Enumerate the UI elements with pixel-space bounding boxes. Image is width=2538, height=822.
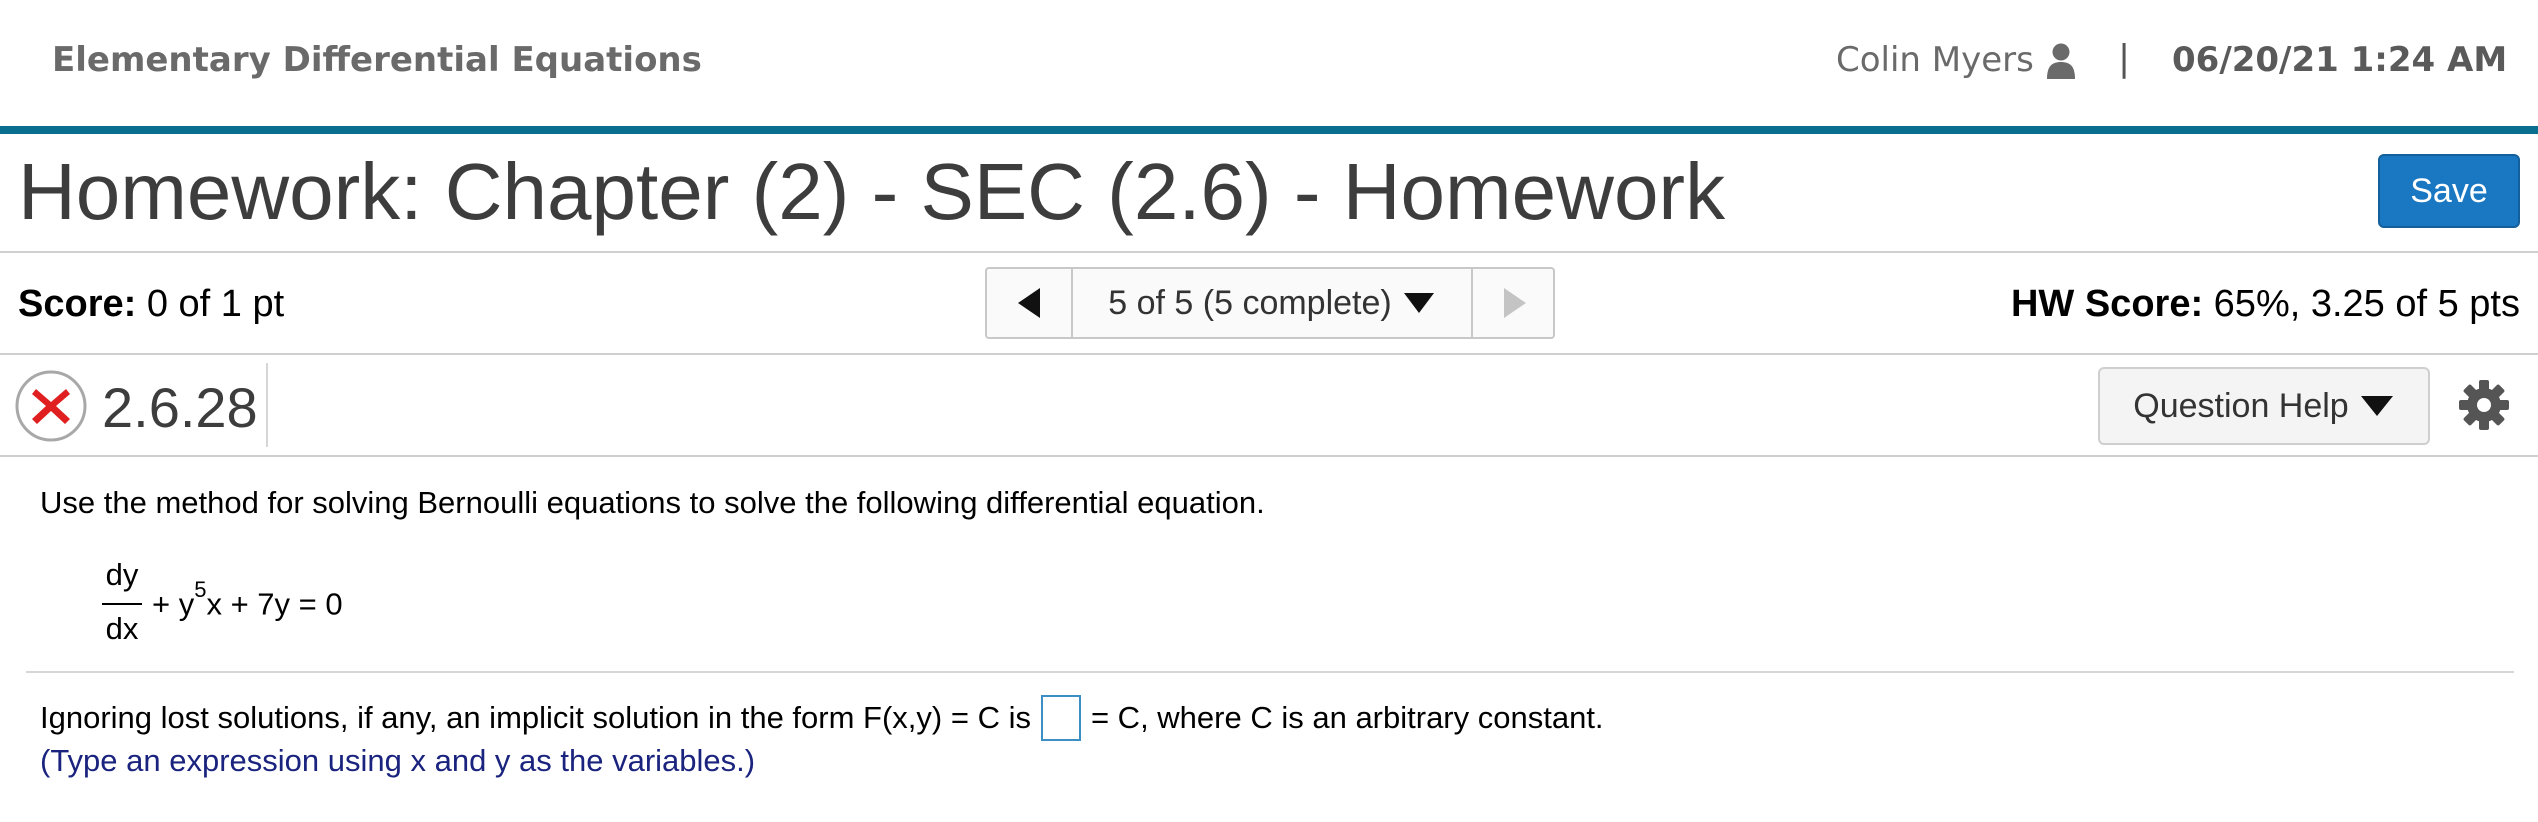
answer-suffix: = C, where C is an arbitrary constant. bbox=[1090, 700, 1604, 735]
page-title: Homework: Chapter (2) - SEC (2.6) - Home… bbox=[18, 147, 1726, 236]
fraction-denominator: dx bbox=[105, 611, 139, 646]
hw-score: HW Score: 65%, 3.25 of 5 pts bbox=[2011, 283, 2520, 326]
hw-score-label: HW Score: bbox=[2010, 283, 2204, 325]
caret-left-icon bbox=[1018, 288, 1040, 318]
answer-line: Ignoring lost solutions, if any, an impl… bbox=[40, 695, 1604, 741]
gear-icon[interactable] bbox=[2458, 379, 2510, 431]
question-prompt: Use the method for solving Bernoulli equ… bbox=[40, 485, 1265, 520]
header-separator: | bbox=[2118, 38, 2131, 79]
incorrect-x-icon bbox=[15, 370, 87, 442]
score-bar: Score: 0 of 1 pt 5 of 5 (5 complete) HW … bbox=[0, 253, 2538, 355]
answer-prefix: Ignoring lost solutions, if any, an impl… bbox=[40, 700, 1031, 735]
equation-remainder: x + 7y = 0 bbox=[206, 586, 343, 622]
answer-input[interactable] bbox=[1040, 695, 1081, 741]
top-header: Elementary Differential Equations Colin … bbox=[0, 0, 2538, 134]
caret-down-icon bbox=[2360, 396, 2393, 416]
course-title: Elementary Differential Equations bbox=[52, 40, 702, 80]
datetime: 06/20/21 1:24 AM bbox=[2172, 40, 2508, 80]
score-value: 0 of 1 pt bbox=[146, 283, 285, 325]
previous-question-button[interactable] bbox=[987, 269, 1073, 337]
answer-hint: (Type an expression using x and y as the… bbox=[40, 743, 756, 778]
save-button[interactable]: Save bbox=[2378, 154, 2520, 228]
caret-right-icon bbox=[1504, 288, 1526, 318]
equation-rest: + y5x + 7y = 0 bbox=[152, 577, 343, 622]
question-number: 2.6.28 bbox=[102, 376, 258, 439]
user-name[interactable]: Colin Myers bbox=[1836, 40, 2034, 80]
fraction-bar bbox=[102, 603, 142, 605]
next-question-button[interactable] bbox=[1471, 269, 1557, 337]
question-selector-label: 5 of 5 (5 complete) bbox=[1108, 283, 1392, 322]
caret-down-icon bbox=[1403, 293, 1434, 313]
hw-score-value: 65%, 3.25 of 5 pts bbox=[2213, 283, 2520, 325]
equation-term: + y bbox=[152, 586, 195, 622]
fraction-numerator: dy bbox=[105, 557, 139, 592]
question-help-button[interactable]: Question Help bbox=[2098, 367, 2430, 445]
divider bbox=[26, 671, 2514, 673]
score: Score: 0 of 1 pt bbox=[18, 283, 284, 326]
divider bbox=[266, 363, 268, 447]
question-navigator: 5 of 5 (5 complete) bbox=[985, 267, 1555, 339]
question-selector[interactable]: 5 of 5 (5 complete) bbox=[1073, 269, 1471, 337]
question-help-label: Question Help bbox=[2133, 386, 2349, 425]
assignment-title-bar: Homework: Chapter (2) - SEC (2.6) - Home… bbox=[0, 134, 2538, 253]
question-header: 2.6.28 Question Help bbox=[0, 355, 2538, 457]
score-label: Score: bbox=[18, 283, 137, 325]
user-icon[interactable] bbox=[2046, 42, 2076, 80]
equation-exponent: 5 bbox=[194, 577, 207, 602]
